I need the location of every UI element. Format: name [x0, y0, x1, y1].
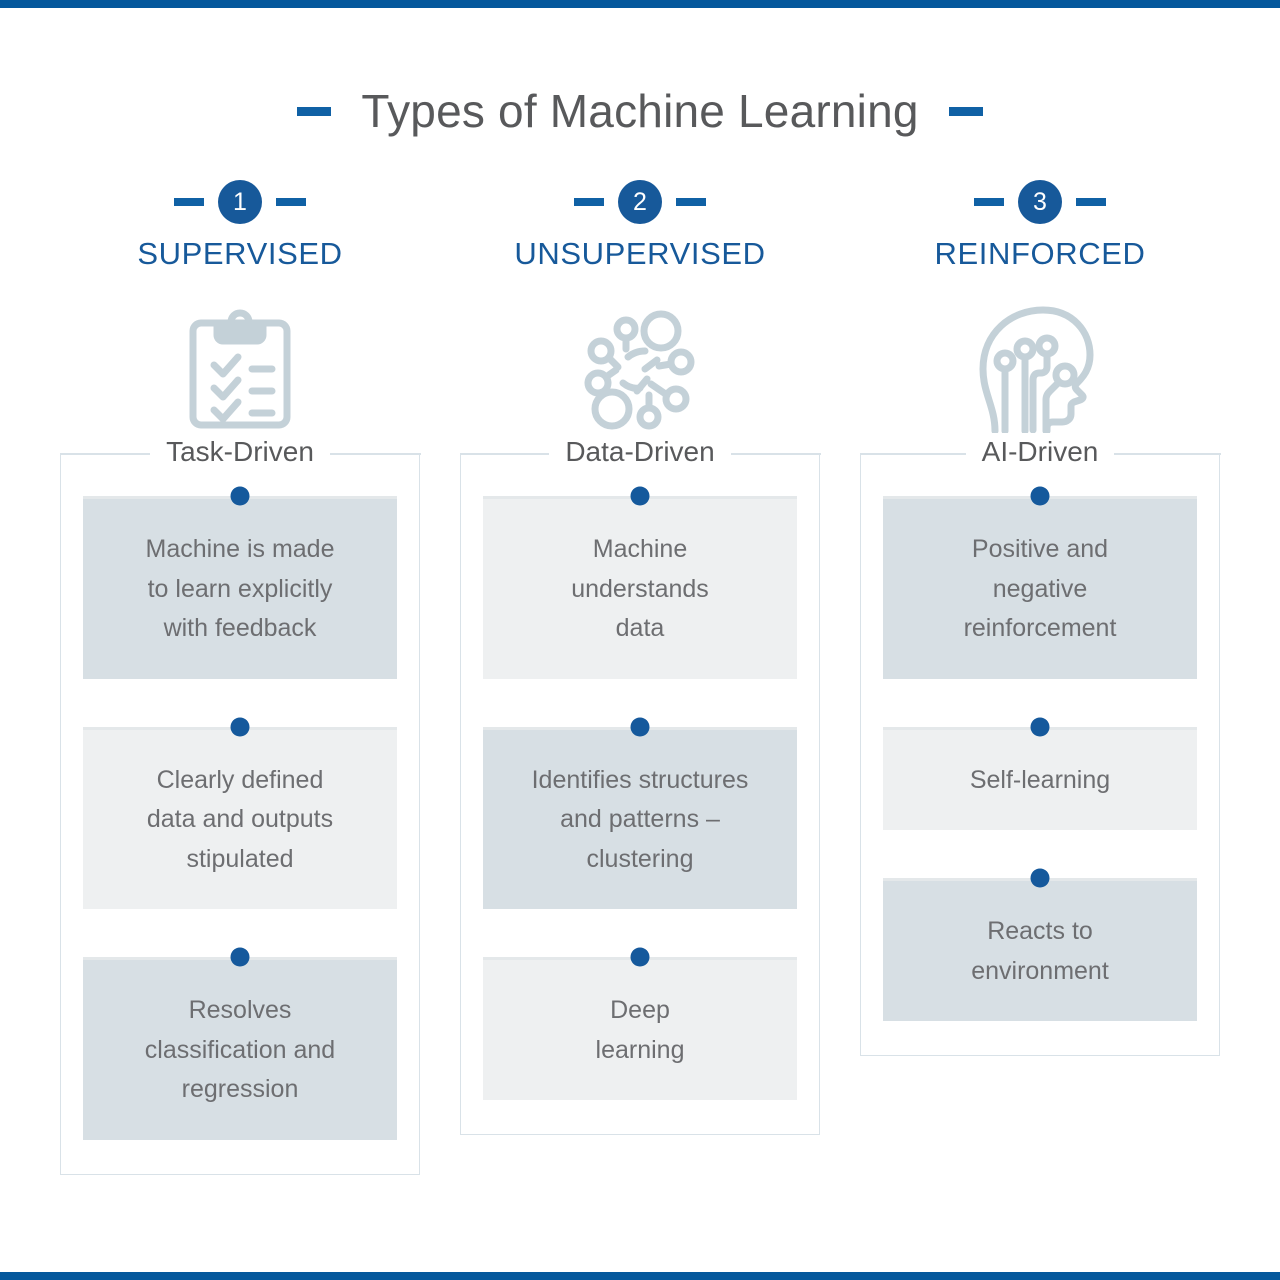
category-card: Task-Driven Machine is made to learn expli… [59, 436, 421, 1175]
node-cluster-icon [579, 294, 701, 444]
fact-dot-icon [230, 717, 250, 736]
head-circuit-icon [977, 294, 1103, 444]
fact-text-line: negative [992, 574, 1088, 603]
fact-dot-icon [230, 947, 250, 967]
fact-dot-icon [230, 486, 250, 506]
column-heading: REINFORCED [934, 236, 1146, 271]
fact-text-line: and patterns – [560, 805, 720, 833]
fact-text-line: Reacts to [987, 917, 1093, 945]
step-badge: 3 [974, 178, 1106, 226]
fact-dot-icon [630, 486, 650, 506]
fact-text-line: Deep [610, 996, 670, 1024]
page-title: Types of Machine Learning [0, 84, 1280, 138]
column-group: 1 SUPERVISED Task-Driven Machine is made to… [0, 178, 1280, 1175]
fact-item: Identifies structures and patterns – clust… [483, 717, 797, 909]
fact-text: Positive and negative reinforcement [883, 496, 1197, 679]
fact-text-line: classification and [144, 1035, 336, 1064]
fact-list: Machine understands data Identifies structu… [461, 486, 819, 1100]
column-heading: UNSUPERVISED [514, 236, 766, 271]
card-rule-right [1114, 453, 1221, 455]
fact-item: Clearly defined data and outputs stipulate… [83, 717, 397, 909]
fact-list: Positive and negative reinforcement Self-le… [861, 486, 1219, 1021]
fact-text-line: learning [595, 1035, 685, 1064]
top-accent-bar [0, 0, 1280, 8]
card-legend: AI-Driven [965, 436, 1115, 468]
step-number: 2 [618, 180, 662, 224]
badge-dash-left-icon [574, 198, 604, 206]
badge-dash-right-icon [276, 198, 306, 206]
fact-item: Resolves classification and regression [83, 947, 397, 1140]
fact-text-line: Identifies structures [531, 765, 749, 794]
fact-text-line: reinforcement [963, 614, 1117, 642]
fact-dot-icon [1030, 868, 1050, 888]
fact-text-line: Self-learning [969, 765, 1111, 794]
infographic-canvas: Types of Machine Learning 1 SUPERVISED Ta… [0, 0, 1280, 1280]
card-rule-left [859, 453, 966, 455]
title-dash-left-icon [297, 106, 332, 116]
fact-dot-icon [630, 717, 650, 736]
fact-text-line: data [615, 614, 665, 642]
fact-list: Machine is made to learn explicitly with f… [61, 486, 419, 1140]
fact-text: Resolves classification and regression [83, 957, 397, 1140]
fact-text: Machine understands data [483, 496, 797, 679]
fact-text-line: clustering [586, 844, 694, 873]
fact-text-line: with feedback [163, 614, 317, 642]
fact-text-line: environment [971, 956, 1109, 985]
badge-dash-left-icon [174, 198, 204, 206]
fact-text-line: stipulated [186, 844, 294, 873]
fact-item: Machine is made to learn explicitly with f… [83, 486, 397, 679]
fact-text-line: Positive and [971, 535, 1109, 563]
fact-dot-icon [630, 947, 650, 967]
fact-text-line: understands [571, 574, 709, 603]
column-heading: SUPERVISED [137, 236, 343, 271]
badge-dash-right-icon [1076, 198, 1106, 206]
fact-text-line: regression [181, 1075, 299, 1103]
fact-item: Self-learning [883, 717, 1197, 830]
clipboard-checklist-icon [186, 294, 294, 444]
step-badge: 1 [174, 178, 306, 226]
column-supervised: 1 SUPERVISED Task-Driven Machine is made to… [40, 178, 440, 1175]
card-rule-right [329, 453, 421, 455]
card-legend: Data-Driven [549, 436, 731, 468]
card-rule-right [730, 453, 821, 455]
card-legend: Task-Driven [150, 436, 330, 468]
step-number: 1 [218, 180, 262, 224]
fact-dot-icon [1030, 717, 1050, 736]
fact-text: Identifies structures and patterns – clust… [483, 726, 797, 909]
step-number: 3 [1018, 180, 1062, 224]
card-rule-left [459, 453, 550, 455]
fact-text: Deep learning [483, 957, 797, 1100]
fact-item: Machine understands data [483, 486, 797, 679]
card-rule-left [59, 453, 151, 455]
fact-text: Self-learning [883, 726, 1197, 830]
badge-dash-left-icon [974, 198, 1004, 206]
fact-text-line: data and outputs [146, 805, 334, 833]
fact-text: Machine is made to learn explicitly with f… [83, 496, 397, 679]
category-card: AI-Driven Positive and negative reinforceme… [859, 436, 1221, 1056]
fact-item: Reacts to environment [883, 868, 1197, 1021]
column-unsupervised: 2 UNSUPERVISED Data-Driven Machine understa… [440, 178, 840, 1135]
fact-text: Clearly defined data and outputs stipulate… [83, 726, 397, 909]
fact-text: Reacts to environment [883, 878, 1197, 1021]
column-reinforced: 3 REINFORCED AI-Driven Positive and negativ… [840, 178, 1240, 1056]
fact-dot-icon [1030, 486, 1050, 506]
page-title-text: Types of Machine Learning [361, 85, 919, 137]
badge-dash-right-icon [676, 198, 706, 206]
title-dash-right-icon [948, 106, 983, 116]
fact-text-line: Resolves [188, 996, 292, 1024]
fact-text-line: Clearly defined [156, 765, 324, 794]
fact-item: Positive and negative reinforcement [883, 486, 1197, 679]
fact-text-line: Machine [592, 535, 688, 563]
fact-text-line: Machine is made [145, 535, 335, 563]
bottom-accent-bar [0, 1272, 1280, 1280]
step-badge: 2 [574, 178, 706, 226]
category-card: Data-Driven Machine understands data Identif… [459, 436, 821, 1135]
fact-item: Deep learning [483, 947, 797, 1100]
fact-text-line: to learn explicitly [147, 574, 333, 603]
